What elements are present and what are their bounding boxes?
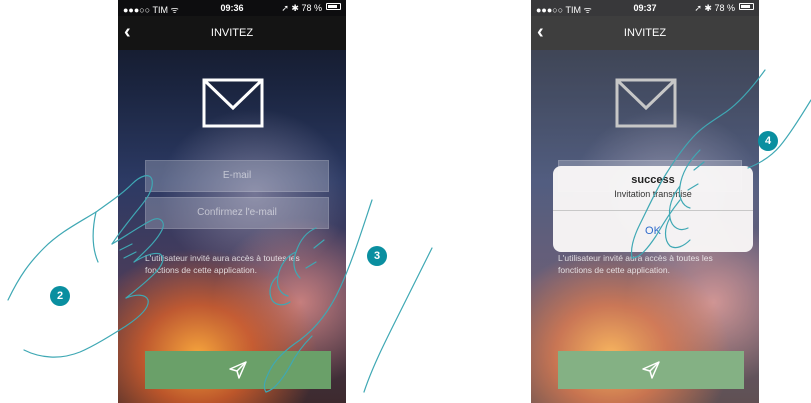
step-badge-3: 3 xyxy=(367,246,387,266)
hand-4-pointer-icon xyxy=(630,69,811,259)
hand-3-pointer-icon xyxy=(263,199,433,393)
hand-2-pointer-icon xyxy=(7,175,164,358)
hand-pointer-illustration xyxy=(7,69,811,393)
step-badge-4: 4 xyxy=(758,131,778,151)
step-badge-2: 2 xyxy=(50,286,70,306)
